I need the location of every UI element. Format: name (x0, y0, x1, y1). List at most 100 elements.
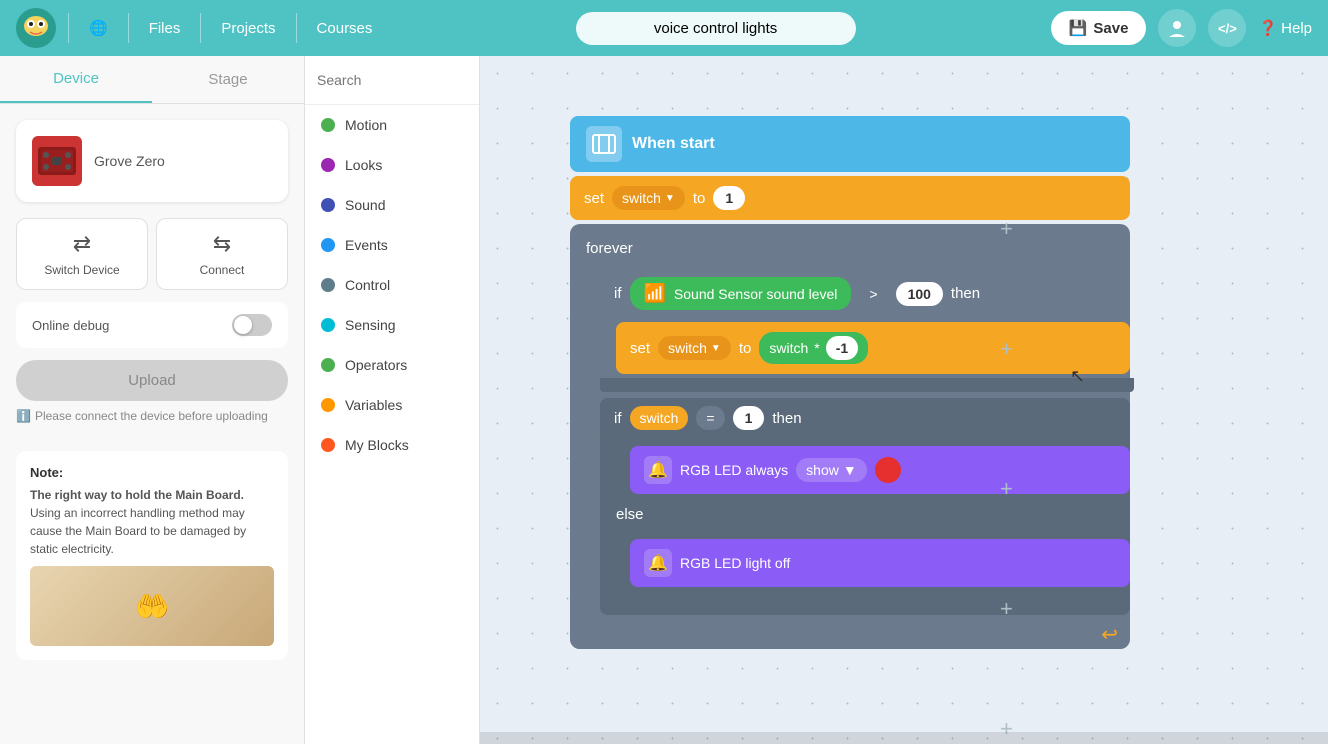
logo (16, 8, 56, 48)
rgb-show-wrapper: 🔔 RGB LED always show ▼ (600, 438, 1130, 498)
variables-dot (321, 398, 335, 412)
if-label1: if (614, 285, 622, 302)
project-title-input[interactable] (576, 12, 856, 45)
sound-dot (321, 198, 335, 212)
operators-dot (321, 358, 335, 372)
events-dot (321, 238, 335, 252)
topnav: 🌐 Files Projects Courses 💾 Save </> ❓ He… (0, 0, 1328, 56)
control-label: Control (345, 277, 390, 293)
switch3-text: switch (640, 410, 679, 426)
set-switch-block[interactable]: set switch ▼ to 1 (570, 176, 1130, 220)
multiply-pill[interactable]: switch * -1 (759, 332, 868, 364)
set-multiply-block[interactable]: set switch ▼ to switch * -1 (616, 322, 1130, 374)
category-sound[interactable]: Sound (305, 185, 479, 225)
tab-stage[interactable]: Stage (152, 56, 304, 103)
category-motion[interactable]: Motion (305, 105, 479, 145)
plus-icon-4: + (1000, 596, 1013, 622)
files-link[interactable]: Files (141, 20, 189, 37)
color-circle-red[interactable] (875, 457, 901, 483)
action-row: ⇄ Switch Device ⇆ Connect (16, 218, 288, 290)
then2-label: then (772, 410, 801, 427)
switch2-text: switch (668, 340, 707, 356)
switch-var-pill[interactable]: switch ▼ (612, 186, 685, 210)
forever-header: forever (570, 232, 1130, 265)
category-looks[interactable]: Looks (305, 145, 479, 185)
category-variables[interactable]: Variables (305, 385, 479, 425)
when-start-label: When start (632, 135, 715, 153)
note-bold-text: The right way to hold the Main Board. (30, 488, 244, 502)
greater-pill[interactable]: > (859, 282, 887, 306)
threshold-pill[interactable]: 100 (896, 282, 943, 306)
equals-pill[interactable]: = (696, 406, 724, 430)
device-card: Grove Zero (16, 120, 288, 202)
search-input[interactable] (317, 72, 480, 88)
switch-device-button[interactable]: ⇄ Switch Device (16, 218, 148, 290)
code-view-button[interactable]: </> (1208, 9, 1246, 47)
if2-block[interactable]: if switch = 1 then (600, 398, 1130, 438)
projects-link[interactable]: Projects (213, 20, 283, 37)
looks-dot (321, 158, 335, 172)
neg-val-text: -1 (836, 340, 848, 356)
globe-icon[interactable]: 🌐 (81, 19, 116, 37)
val-one-text: 1 (745, 410, 753, 426)
if-sensor-block[interactable]: if 📶 Sound Sensor sound level > 100 then (600, 269, 1130, 318)
horizontal-scrollbar[interactable] (480, 732, 1328, 744)
category-control[interactable]: Control (305, 265, 479, 305)
debug-row: Online debug (16, 302, 288, 348)
debug-toggle[interactable] (232, 314, 272, 336)
category-sensing[interactable]: Sensing (305, 305, 479, 345)
threshold-text: 100 (908, 286, 931, 302)
set-val-pill[interactable]: 1 (713, 186, 745, 210)
greater-text: > (869, 286, 877, 302)
show-pill[interactable]: show ▼ (796, 458, 867, 482)
forever-outer-block[interactable]: forever if 📶 Sound Sensor sound level > (570, 224, 1130, 649)
to-label2: to (739, 340, 752, 357)
plus-icon-1: + (1000, 216, 1013, 242)
rgb-off-block[interactable]: 🔔 RGB LED light off (630, 539, 1130, 587)
when-start-icon (586, 126, 622, 162)
sensing-label: Sensing (345, 317, 396, 333)
bell2-icon: 🔔 (644, 549, 672, 577)
val-one-pill[interactable]: 1 (733, 406, 765, 430)
if2-close-bar (600, 591, 1130, 615)
multiply-var-text: switch (769, 340, 808, 356)
connect-button[interactable]: ⇆ Connect (156, 218, 288, 290)
note-body: The right way to hold the Main Board. Us… (30, 486, 274, 558)
rgb-off-text: RGB LED light off (680, 555, 790, 571)
when-start-block[interactable]: When start (570, 116, 1130, 172)
operators-label: Operators (345, 357, 407, 373)
sensor-pill[interactable]: 📶 Sound Sensor sound level (630, 277, 852, 310)
switch-device-label: Switch Device (44, 263, 119, 277)
tab-device[interactable]: Device (0, 56, 152, 103)
neg-val-pill[interactable]: -1 (826, 336, 858, 360)
switch-device-icon: ⇄ (73, 231, 91, 257)
switch2-var-pill[interactable]: switch ▼ (658, 336, 731, 360)
upload-button[interactable]: Upload (16, 360, 288, 401)
category-operators[interactable]: Operators (305, 345, 479, 385)
courses-link[interactable]: Courses (309, 20, 381, 37)
help-button[interactable]: ❓ Help (1258, 19, 1312, 37)
category-myblocks[interactable]: My Blocks (305, 425, 479, 465)
set-label2: set (630, 340, 650, 357)
else-block: else (600, 498, 1130, 531)
note-box: Note: The right way to hold the Main Boa… (16, 451, 288, 660)
forever-close-bottom: ↩ (570, 619, 1130, 649)
search-row: 🔍 (305, 56, 479, 105)
bell-icon: 🔔 (644, 456, 672, 484)
save-button[interactable]: 💾 Save (1051, 11, 1147, 45)
to-label1: to (693, 190, 706, 207)
device-image (32, 136, 82, 186)
if2-label: if (614, 410, 622, 427)
switch3-pill[interactable]: switch (630, 406, 689, 430)
rgb-show-block[interactable]: 🔔 RGB LED always show ▼ (630, 446, 1130, 494)
canvas-area[interactable]: When start set switch ▼ to 1 forever (480, 56, 1328, 744)
category-events[interactable]: Events (305, 225, 479, 265)
control-dot (321, 278, 335, 292)
multiply-op-text: * (814, 340, 819, 356)
sound-label: Sound (345, 197, 385, 213)
rgb-label-text: RGB LED always (680, 462, 788, 478)
motion-label: Motion (345, 117, 387, 133)
upload-warning: ℹ️ Please connect the device before uplo… (16, 409, 288, 423)
divider2 (128, 13, 129, 43)
avatar-button[interactable] (1158, 9, 1196, 47)
